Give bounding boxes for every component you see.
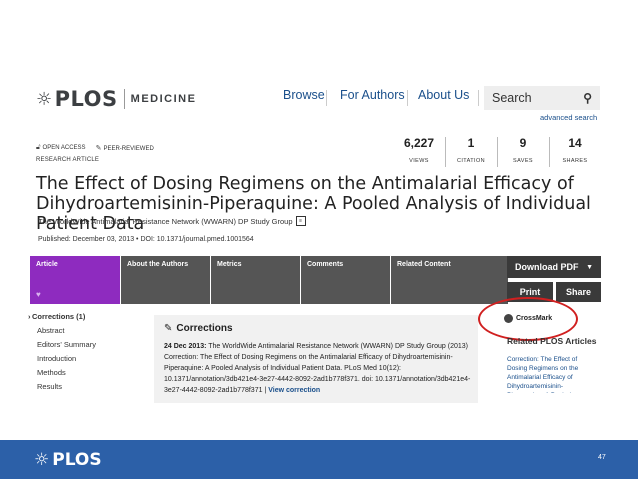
pen-icon: ✎ [95, 145, 102, 152]
pencil-icon: ✎ [164, 323, 173, 334]
publication-info: Published: December 03, 2013 • DOI: 10.1… [38, 236, 254, 243]
nav-divider [407, 90, 408, 106]
slide-footer: ☼ PLOS 47 [0, 440, 638, 479]
nav-results[interactable]: Results [32, 380, 96, 394]
plos-logo[interactable]: ☼ PLOS [36, 87, 118, 111]
nav-corrections[interactable]: › Corrections (1) [28, 310, 96, 324]
metric-saves[interactable]: 9 SAVES [497, 135, 549, 164]
nav-abstract[interactable]: Abstract [32, 324, 96, 338]
nav-divider [326, 90, 327, 106]
article-type: RESEARCH ARTICLE [36, 157, 100, 163]
corrections-heading: ✎ Corrections [164, 323, 233, 334]
nav-divider [478, 90, 479, 106]
tab-article[interactable]: Article ♥ [30, 256, 120, 304]
search-placeholder: Search [492, 91, 532, 105]
dropdown-caret-icon[interactable]: ▼ [586, 264, 593, 271]
article-badges: 🔓︎ OPEN ACCESS ✎ PEER-REVIEWED [36, 144, 154, 152]
journal-name: MEDICINE [130, 93, 197, 105]
metric-citation[interactable]: 1 CITATION [445, 135, 497, 164]
related-articles-heading: Related PLOS Articles [507, 336, 597, 346]
tab-related-content[interactable]: Related Content [391, 256, 508, 304]
view-correction-link[interactable]: View correction [268, 387, 320, 394]
article-authors[interactable]: The WorldWide Antimalarial Resistance Ne… [38, 216, 306, 226]
brand[interactable]: ☼ PLOS MEDICINE [36, 86, 196, 112]
tab-about-authors[interactable]: About the Authors [121, 256, 210, 304]
metric-shares[interactable]: 14 SHARES [549, 135, 601, 164]
nav-introduction[interactable]: Introduction [32, 352, 96, 366]
tab-indicator-icon: ♥ [36, 290, 41, 299]
highlight-annotation [478, 297, 578, 341]
lock-icon: 🔓︎ [36, 144, 41, 151]
sun-icon: ☼ [36, 88, 53, 110]
correction-notice: 24 Dec 2013: The WorldWide Antimalarial … [164, 343, 471, 394]
sun-icon: ☼ [34, 450, 50, 470]
peer-reviewed-badge: ✎ PEER-REVIEWED [95, 145, 154, 152]
nav-editors-summary[interactable]: Editors' Summary [32, 338, 96, 352]
search-input[interactable]: Search ⚲ [484, 86, 600, 110]
related-article-link[interactable]: Correction: The Effect of Dosing Regimen… [507, 355, 597, 393]
nav-for-authors[interactable]: For Authors [340, 88, 405, 102]
advanced-search-link[interactable]: advanced search [540, 113, 597, 122]
corrections-panel: ✎ Corrections 24 Dec 2013: The WorldWide … [154, 315, 478, 403]
search-icon[interactable]: ⚲ [583, 91, 592, 105]
nav-browse[interactable]: Browse [283, 88, 325, 102]
footer-logo: ☼ PLOS [34, 450, 102, 470]
metric-views[interactable]: 6,227 VIEWS [393, 135, 445, 164]
logo-text: PLOS [54, 87, 118, 111]
article-section-nav: › Corrections (1) Abstract Editors' Summa… [28, 310, 96, 394]
download-pdf-button[interactable]: Download PDF ▼ [507, 256, 601, 278]
article-metrics: 6,227 VIEWS 1 CITATION 9 SAVES 14 SHARES [393, 135, 603, 170]
tab-metrics[interactable]: Metrics [211, 256, 300, 304]
share-button[interactable]: Share [556, 282, 601, 302]
brand-divider [123, 89, 125, 109]
tab-comments[interactable]: Comments [301, 256, 390, 304]
open-access-badge: 🔓︎ OPEN ACCESS [36, 144, 86, 151]
page-number: 47 [598, 454, 606, 461]
nav-about-us[interactable]: About Us [418, 88, 469, 102]
nav-methods[interactable]: Methods [32, 366, 96, 380]
author-info-icon[interactable]: ≡ [295, 216, 306, 226]
